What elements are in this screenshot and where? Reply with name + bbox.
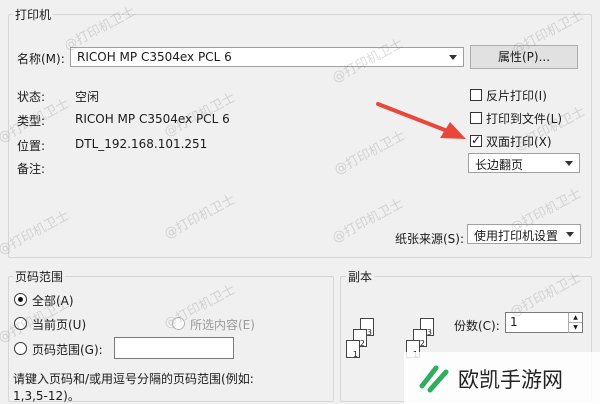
printer-group-title: 打印机 — [13, 6, 54, 23]
print-to-file-checkbox[interactable] — [470, 112, 482, 124]
copies-count-value: 1 — [510, 315, 518, 329]
paper-source-value: 使用打印机设置 — [474, 229, 559, 243]
duplex-checkbox[interactable] — [470, 133, 482, 147]
printer-name-select[interactable]: RICOH MP C3504ex PCL 6 — [70, 47, 464, 67]
page-range-input[interactable] — [114, 337, 234, 359]
range-hint-line1: 请键入页码和/或用逗号分隔的页码范围(例如: — [13, 372, 254, 386]
reverse-print-label[interactable]: 反片打印(I) — [486, 87, 547, 104]
range-selection-radio[interactable] — [172, 317, 185, 330]
range-pages-label[interactable]: 页码范围(G): — [32, 341, 103, 358]
spinner-down-icon[interactable]: ▼ — [568, 322, 582, 333]
spinner-up-icon[interactable]: ▲ — [568, 313, 582, 322]
status-value: 空闲 — [75, 90, 100, 104]
range-current-radio[interactable] — [14, 317, 27, 330]
copies-count-label: 份数(C): — [454, 319, 500, 333]
range-pages-radio[interactable] — [14, 342, 27, 355]
reverse-print-checkbox[interactable] — [470, 89, 482, 101]
type-value: RICOH MP C3504ex PCL 6 — [75, 112, 230, 126]
location-label: 位置: — [17, 139, 46, 153]
type-label: 类型: — [17, 114, 46, 128]
brand-logo-icon — [419, 365, 449, 393]
page-range-title: 页码范围 — [13, 268, 66, 285]
annotation-arrow — [376, 102, 466, 139]
copies-count-input[interactable]: 1 ▲ ▼ — [505, 312, 583, 333]
location-value: DTL_192.168.101.251 — [75, 137, 208, 151]
chevron-down-icon — [449, 55, 457, 60]
properties-button[interactable]: 属性(P)... — [470, 45, 578, 69]
range-all-label[interactable]: 全部(A) — [32, 292, 74, 309]
page-icon: 1 — [346, 340, 360, 359]
status-label: 状态: — [17, 90, 46, 104]
printer-name-label: 名称(M): — [17, 52, 65, 66]
duplex-label[interactable]: 双面打印(X) — [486, 133, 552, 150]
paper-source-label: 纸张来源(S): — [395, 232, 465, 246]
brand-badge: 欧凯手游网 — [404, 352, 600, 404]
chevron-down-icon — [566, 232, 574, 237]
comment-label: 备注: — [17, 162, 46, 176]
range-current-label[interactable]: 当前页(U) — [32, 316, 86, 333]
range-hint-line2: 1,3,5-12)。 — [13, 389, 80, 403]
paper-source-select[interactable]: 使用打印机设置 — [467, 224, 581, 244]
print-to-file-label[interactable]: 打印到文件(L) — [486, 110, 562, 127]
duplex-mode-select[interactable]: 长边翻页 — [468, 153, 580, 173]
printer-name-value: RICOH MP C3504ex PCL 6 — [77, 50, 232, 64]
copies-title: 副本 — [346, 268, 375, 285]
duplex-mode-value: 长边翻页 — [475, 158, 524, 172]
range-all-radio[interactable] — [14, 293, 27, 306]
brand-text: 欧凯手游网 — [458, 368, 563, 392]
range-selection-label[interactable]: 所选内容(E) — [190, 316, 255, 333]
chevron-down-icon — [565, 161, 573, 166]
